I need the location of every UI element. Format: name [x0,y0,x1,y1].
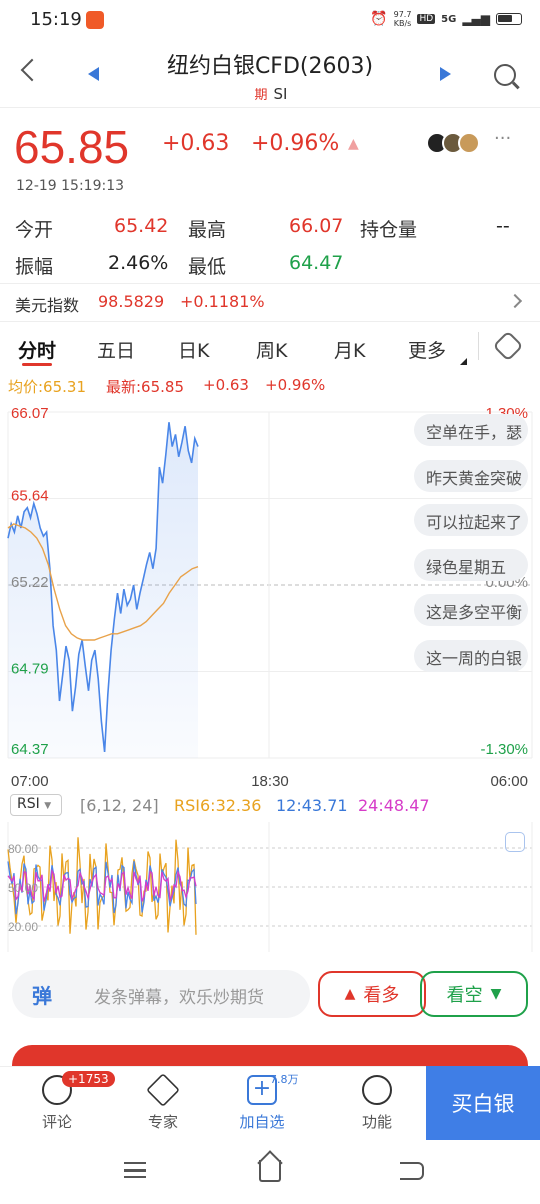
status-icons: ⏰ 97.7 KB/s HD 5G ▂▄▆ [370,10,522,28]
indicator-select[interactable]: RSI ▼ [10,794,62,816]
y-tick-label: 64.37 [11,741,49,758]
dropdown-corner-icon [460,358,467,365]
network-type: 5G [441,13,457,25]
up-arrow-icon: ▲ [348,136,359,152]
y-tick-label: 65.64 [11,488,49,505]
chart-change-pct: +0.96% [265,376,326,394]
app-notification-icon [86,11,104,29]
amplitude-label: 振幅 [15,256,54,278]
signal-icon: ▂▄▆ [462,12,490,26]
tab-separator [478,332,479,360]
y-tick-label: 65.22 [11,574,49,591]
danmu-placeholder: 发条弹幕，欢乐炒期货 [94,988,264,1008]
rsi-tick-label: 20.00 [8,920,38,934]
chevron-down-icon: ▼ [490,986,502,1002]
low-label: 最低 [188,256,227,278]
system-nav [0,1142,540,1204]
followers-avatars[interactable] [426,132,480,154]
tab-daily-k[interactable]: 日K [178,336,209,363]
danmu-input[interactable]: 弹 发条弹幕，欢乐炒期货 [12,970,310,1018]
bullish-button[interactable]: ▲ 看多 [318,971,426,1017]
usd-index-value: 98.5829 [98,292,165,311]
tab-monthly-k[interactable]: 月K [334,336,365,363]
hd-icon: HD [417,14,436,24]
status-bar: 15:19 ⏰ 97.7 KB/s HD 5G ▂▄▆ [0,0,540,40]
usd-index-change: +0.1181% [180,292,265,311]
chart-change: +0.63 [203,376,249,394]
rsi-tick-label: 80.00 [8,842,38,856]
tab-weekly-k[interactable]: 周K [256,336,287,363]
price-change-pct: +0.96% [251,131,340,156]
comment-count-badge: +1753 [62,1071,115,1087]
menu-icon [362,1075,392,1105]
back-nav-icon[interactable] [400,1162,424,1180]
oi-label: 持仓量 [360,219,418,241]
tab-timeshare[interactable]: 分时 [18,336,56,363]
bearish-button[interactable]: 看空 ▼ [420,971,528,1017]
rsi24-label: 24:48.47 [358,796,430,815]
divider [0,321,540,322]
open-label: 今开 [15,219,54,241]
avatar [458,132,480,154]
tab-active-indicator [22,363,52,366]
oi-value: -- [496,215,510,237]
tab-more[interactable]: 更多 [408,336,446,363]
recent-apps-icon-mid [124,1169,146,1172]
price-change: +0.63 [162,131,230,156]
alarm-icon: ⏰ [370,11,388,27]
tab-5day[interactable]: 五日 [97,336,135,363]
watchlist-count: 7.8万 [270,1073,299,1086]
chart-settings-icon[interactable] [492,330,524,362]
rsi-chart[interactable]: 80.00 50.00 20.00 [0,818,540,958]
rsi-params: [6,12, 24] [80,796,159,815]
network-speed: 97.7 KB/s [393,10,412,28]
more-icon[interactable]: ··· [494,128,511,149]
chevron-right-icon [507,293,523,309]
futures-badge: 期 [252,84,270,103]
contract-subtitle: 期 SI [0,84,540,103]
y-pct-tick-label: -1.30% [480,741,528,758]
danmu-bubble[interactable]: 绿色星期五 [414,549,528,581]
x-tick-label: 18:30 [251,773,289,790]
danmu-icon: 弹 [32,984,52,1008]
quote-timestamp: 12-19 15:19:13 [16,178,125,194]
chevron-down-icon: ▼ [44,801,52,811]
latest-price-label: 最新:65.85 [106,378,184,396]
y-tick-label: 66.07 [11,405,49,422]
low-value: 64.47 [289,252,344,274]
danmu-bubble[interactable]: 可以拉起来了 [414,504,528,536]
high-value: 66.07 [289,215,344,237]
danmu-bubble[interactable]: 昨天黄金突破 [414,460,528,492]
header: 纽约白银CFD(2603) 期 SI [0,40,540,108]
cloud-up-icon: ▲ [344,986,356,1002]
next-contract-icon[interactable] [440,67,451,81]
x-tick-label: 07:00 [11,773,49,790]
usd-index-row[interactable]: 美元指数 98.5829 +0.1181% [0,284,540,320]
last-price: 65.85 [14,121,130,173]
usd-index-label: 美元指数 [15,296,80,315]
danmu-bubble[interactable]: 这是多空平衡 [414,594,528,626]
expert-icon [146,1073,180,1107]
y-tick-label: 64.79 [11,661,49,678]
avg-price-label: 均价:65.31 [8,378,86,396]
status-time: 15:19 [30,9,82,30]
danmu-bubble[interactable]: 空单在手，瑟 [414,414,528,446]
nav-functions[interactable]: 功能 [337,1075,417,1132]
page-title: 纽约白银CFD(2603) [166,54,374,79]
expand-icon[interactable] [505,832,525,852]
high-label: 最高 [188,219,227,241]
rsi6-label: RSI6:32.36 [174,796,262,815]
buy-silver-button[interactable]: 买白银 [426,1066,540,1140]
danmu-bubble[interactable]: 这一周的白银 [414,640,528,672]
x-tick-label: 06:00 [490,773,528,790]
symbol: SI [273,85,288,103]
amplitude-value: 2.46% [108,252,169,274]
nav-experts[interactable]: 专家 [123,1073,203,1132]
rsi12-label: 12:43.71 [276,796,348,815]
open-value: 65.42 [114,215,169,237]
rsi-tick-label: 50.00 [8,881,38,895]
battery-icon [496,13,522,25]
